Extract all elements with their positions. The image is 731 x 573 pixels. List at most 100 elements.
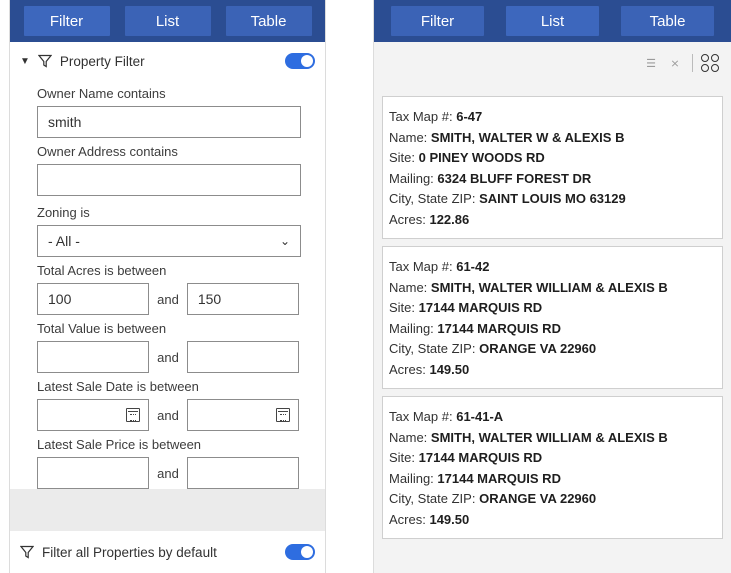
mailing-address-value: 17144 MARQUIS RD <box>437 470 561 486</box>
owner-name-label: Name: <box>389 429 428 445</box>
and-label: and <box>157 291 179 307</box>
mailing-address-value: 6324 BLUFF FOREST DR <box>437 170 592 186</box>
default-filter-label: Filter all Properties by default <box>42 544 217 560</box>
mailing-address-label: Mailing: <box>389 170 434 186</box>
funnel-icon <box>20 545 34 559</box>
zoning-selected-value: - All - <box>48 233 80 249</box>
acres-value: 122.86 <box>429 211 470 227</box>
results-list: Tax Map #: 6-47 Name: SMITH, WALTER W & A… <box>374 84 731 573</box>
acres-label: Acres: <box>389 361 426 377</box>
owner-name-value: SMITH, WALTER W & ALEXIS B <box>430 129 625 145</box>
total-value-min-input[interactable] <box>37 341 150 373</box>
owner-address-input[interactable] <box>37 164 301 196</box>
tax-map-value: 61-42 <box>456 259 490 274</box>
tab-list[interactable]: List <box>506 6 599 36</box>
mailing-address-value: 17144 MARQUIS RD <box>437 320 561 336</box>
total-acres-min-input[interactable]: 100 <box>37 283 150 315</box>
tax-map-label: Tax Map #: <box>389 259 453 274</box>
tab-table[interactable]: Table <box>621 6 714 36</box>
total-acres-max-input[interactable]: 150 <box>186 283 299 315</box>
owner-name-value: SMITH, WALTER WILLIAM & ALEXIS B <box>430 279 668 295</box>
clear-selection-icon[interactable]: ⨯ <box>666 54 684 72</box>
and-label: and <box>157 349 179 365</box>
sale-price-max-input[interactable] <box>186 457 299 489</box>
owner-name-line: Name: SMITH, WALTER WILLIAM & ALEXIS B <box>389 428 716 449</box>
toolbar-divider <box>692 54 693 72</box>
total-acres-label: Total Acres is between <box>37 263 167 278</box>
property-filter-header[interactable]: ▼ Property Filter <box>10 42 325 80</box>
zoning-select[interactable]: - All - ⌄ <box>37 225 301 257</box>
total-value-max-input[interactable] <box>186 341 299 373</box>
and-label: and <box>157 407 179 423</box>
site-address-value: 17144 MARQUIS RD <box>418 300 543 315</box>
chevron-down-icon: ⌄ <box>279 234 290 248</box>
property-filter-title: Property Filter <box>59 53 145 69</box>
tab-filter[interactable]: Filter <box>23 6 110 36</box>
tab-filter[interactable]: Filter <box>391 6 484 36</box>
tax-map-label: Tax Map #: <box>389 409 453 424</box>
sale-date-max-input[interactable] <box>186 399 299 431</box>
property-filter-toggle[interactable] <box>285 53 315 69</box>
acres-label: Acres: <box>389 211 426 227</box>
site-address-line: Site: 17144 MARQUIS RD <box>389 298 716 319</box>
sale-date-field: Latest Sale Date is between and <box>10 379 325 431</box>
owner-address-field: Owner Address contains <box>10 144 325 196</box>
sale-price-label: Latest Sale Price is between <box>37 437 202 452</box>
mailing-address-line: Mailing: 17144 MARQUIS RD <box>389 319 716 340</box>
and-label: and <box>157 465 179 481</box>
site-address-label: Site: <box>389 450 416 465</box>
mailing-address-label: Mailing: <box>389 320 434 336</box>
site-address-line: Site: 17144 MARQUIS RD <box>389 448 716 469</box>
owner-address-label: Owner Address contains <box>37 144 178 159</box>
result-card[interactable]: Tax Map #: 61-42 Name: SMITH, WALTER WILL… <box>382 246 723 389</box>
tax-map-label: Tax Map #: <box>389 109 453 124</box>
owner-name-line: Name: SMITH, WALTER WILLIAM & ALEXIS B <box>389 278 716 299</box>
tax-map-line: Tax Map #: 61-42 <box>389 257 716 278</box>
city-state-zip-label: City, State ZIP: <box>389 491 476 506</box>
site-address-value: 0 PINEY WOODS RD <box>418 150 545 165</box>
calendar-icon[interactable] <box>126 408 141 422</box>
zoning-label: Zoning is <box>37 205 90 220</box>
site-address-label: Site: <box>389 150 416 165</box>
total-acres-field: Total Acres is between 100 and 150 <box>10 263 325 315</box>
result-card[interactable]: Tax Map #: 61-41-A Name: SMITH, WALTER WI… <box>382 396 723 539</box>
owner-name-line: Name: SMITH, WALTER W & ALEXIS B <box>389 128 716 149</box>
zoning-field: Zoning is - All - ⌄ <box>10 205 325 257</box>
owner-name-field: Owner Name contains smith <box>10 86 325 138</box>
funnel-icon <box>37 54 52 68</box>
acres-value: 149.50 <box>429 511 470 527</box>
tax-map-line: Tax Map #: 61-41-A <box>389 407 716 428</box>
city-state-zip-value: ORANGE VA 22960 <box>479 491 597 506</box>
options-grid-icon[interactable] <box>701 54 719 72</box>
acres-value: 149.50 <box>429 361 470 377</box>
list-toolbar: ☰ ⨯ <box>374 42 731 84</box>
owner-name-value: SMITH, WALTER WILLIAM & ALEXIS B <box>430 429 668 445</box>
city-state-zip-line: City, State ZIP: SAINT LOUIS MO 63129 <box>389 189 716 210</box>
owner-name-input[interactable]: smith <box>37 106 301 138</box>
sale-date-min-input[interactable] <box>37 399 150 431</box>
acres-line: Acres: 122.86 <box>389 210 716 231</box>
tax-map-line: Tax Map #: 6-47 <box>389 107 716 128</box>
sale-date-label: Latest Sale Date is between <box>37 379 199 394</box>
tax-map-value: 61-41-A <box>456 409 504 424</box>
mailing-address-line: Mailing: 6324 BLUFF FOREST DR <box>389 169 716 190</box>
default-filter-toggle[interactable] <box>285 544 315 560</box>
calendar-icon[interactable] <box>276 408 290 422</box>
sale-price-min-input[interactable] <box>37 457 150 489</box>
mailing-address-label: Mailing: <box>389 470 434 486</box>
right-tab-bar: Filter List Table <box>374 0 731 42</box>
filter-panel: Filter List Table ▼ Property Filter Owne… <box>9 0 326 573</box>
acres-line: Acres: 149.50 <box>389 510 716 531</box>
left-tab-bar: Filter List Table <box>10 0 325 42</box>
section-divider <box>10 489 325 531</box>
list-panel: Filter List Table ☰ ⨯ Tax Map #: 6-47 Nam… <box>373 0 731 573</box>
mailing-address-line: Mailing: 17144 MARQUIS RD <box>389 469 716 490</box>
caret-down-icon[interactable]: ▼ <box>20 56 30 67</box>
select-all-icon[interactable]: ☰ <box>642 54 660 72</box>
sale-price-field: Latest Sale Price is between and <box>10 437 325 489</box>
tab-list[interactable]: List <box>124 6 211 36</box>
tab-table[interactable]: Table <box>225 6 312 36</box>
acres-line: Acres: 149.50 <box>389 360 716 381</box>
result-card[interactable]: Tax Map #: 6-47 Name: SMITH, WALTER W & A… <box>382 96 723 239</box>
city-state-zip-line: City, State ZIP: ORANGE VA 22960 <box>389 489 716 510</box>
